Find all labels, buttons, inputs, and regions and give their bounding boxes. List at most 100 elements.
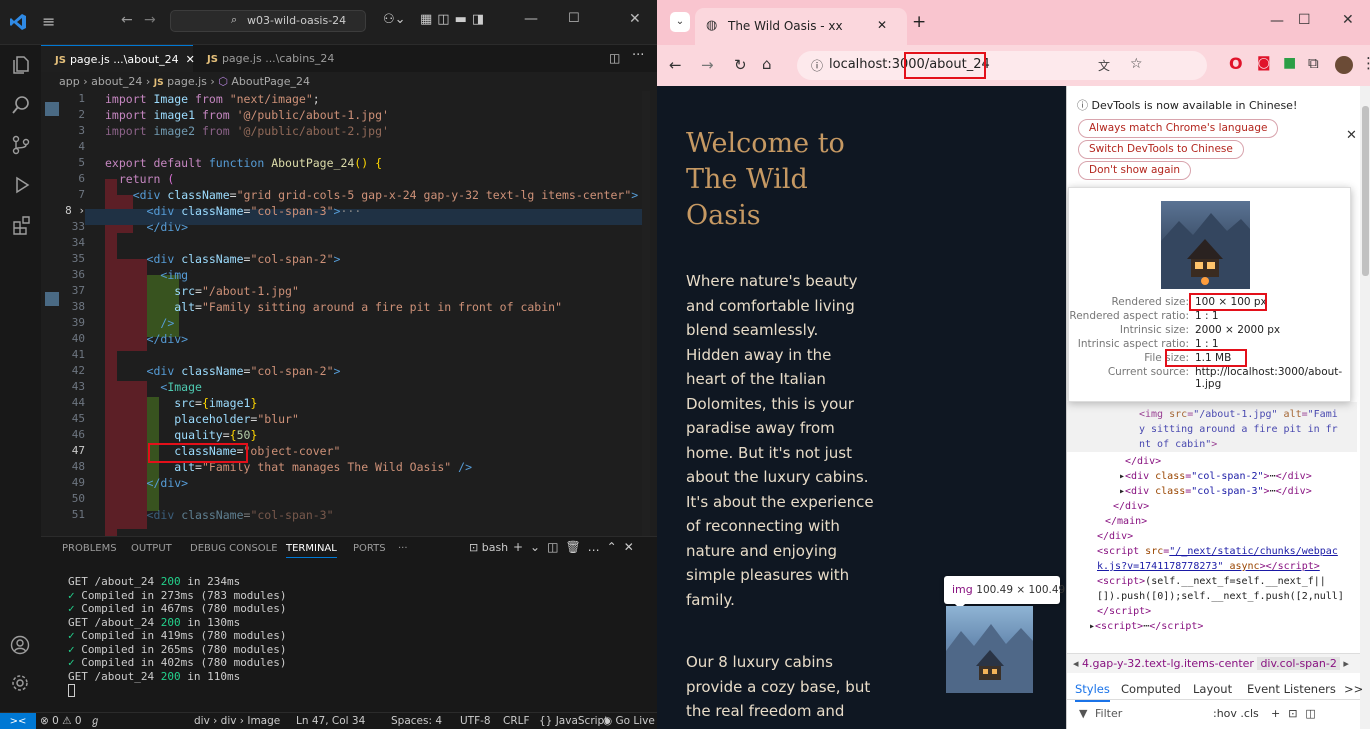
chrome-menu-icon[interactable]: ⋮: [1361, 54, 1370, 72]
crumb-left-arrow-icon[interactable]: ◂: [1073, 657, 1079, 670]
style-actions-icons[interactable]: +⊡◫: [1271, 702, 1324, 726]
layout-icons[interactable]: ▦◫▬◨: [420, 12, 489, 27]
explorer-icon[interactable]: [11, 55, 31, 75]
search-icon[interactable]: [11, 95, 31, 115]
extensions-puzzle-icon[interactable]: ⧉: [1308, 54, 1319, 72]
dom-line[interactable]: <script>(self.__next_f=self.__next_f||: [1097, 574, 1326, 589]
golive-button[interactable]: ◉ Go Live: [603, 713, 655, 729]
rendered-size-highlight: [1189, 293, 1267, 311]
close-window-button[interactable]: ✕: [1342, 12, 1354, 28]
tab-cabins-page[interactable]: JS page.js ...\cabins_24: [193, 45, 334, 72]
status-eol[interactable]: CRLF: [503, 713, 530, 729]
dom-line[interactable]: </div>: [1125, 454, 1161, 469]
dom-line[interactable]: </div>: [1097, 529, 1133, 544]
tab-more[interactable]: ···: [398, 543, 408, 554]
crumb-app[interactable]: app: [59, 75, 80, 88]
status-language[interactable]: {} JavaScript: [539, 713, 608, 729]
problems-status[interactable]: ⊗ 0 ⚠ 0: [40, 713, 82, 729]
forward-arrow-icon[interactable]: →: [144, 12, 156, 28]
more-actions-icon[interactable]: ···: [632, 48, 644, 63]
dom-line[interactable]: k.js?v=1741178778273" async></script>: [1097, 559, 1320, 574]
dont-show-again-button[interactable]: Don't show again: [1078, 161, 1192, 180]
banner-text: DevTools is now available in Chinese!: [1091, 99, 1298, 112]
dom-line[interactable]: </main>: [1105, 514, 1147, 529]
tab-styles[interactable]: Styles: [1075, 678, 1110, 702]
tab-search-icon[interactable]: ⌄: [670, 12, 690, 32]
switch-chinese-button[interactable]: Switch DevTools to Chinese: [1078, 140, 1244, 159]
filter-input[interactable]: Filter: [1095, 702, 1122, 726]
more-tabs-icon[interactable]: >>: [1344, 678, 1363, 700]
run-debug-icon[interactable]: [11, 175, 31, 195]
tab-event-listeners[interactable]: Event Listeners: [1247, 678, 1336, 700]
tab-debug-console[interactable]: DEBUG CONSOLE: [190, 543, 278, 554]
panel-actions[interactable]: +⌄◫🗑…⌃✕: [513, 540, 641, 554]
crumb-grid[interactable]: 4.gap-y-32.text-lg.items-center: [1082, 657, 1254, 670]
status-path[interactable]: div › div › Image: [194, 713, 280, 729]
extension-red-icon[interactable]: ◙: [1257, 55, 1271, 71]
maximize-button[interactable]: ☐: [1298, 12, 1311, 28]
status-encoding[interactable]: UTF-8: [460, 713, 491, 729]
menu-icon[interactable]: ≡: [42, 12, 55, 31]
close-banner-icon[interactable]: ✕: [1346, 128, 1357, 143]
tab-output[interactable]: OUTPUT: [131, 543, 172, 554]
cabin-image[interactable]: [946, 606, 1033, 693]
translate-icon[interactable]: 文: [1098, 57, 1110, 74]
account-icon[interactable]: [10, 635, 30, 655]
minimize-button[interactable]: —: [1270, 13, 1284, 29]
tab-terminal[interactable]: TERMINAL: [286, 543, 337, 558]
dom-line[interactable]: ▸<script>⋯</script>: [1089, 619, 1203, 634]
dom-line[interactable]: </script>: [1097, 604, 1151, 619]
maximize-button[interactable]: ☐: [568, 11, 580, 26]
branch-icon[interactable]: ℊ: [90, 713, 101, 729]
dom-line[interactable]: </div>: [1113, 499, 1149, 514]
tab-about-page[interactable]: JS page.js ...\about_24 ✕: [41, 45, 195, 72]
source-control-icon[interactable]: [11, 135, 31, 155]
opera-icon[interactable]: O: [1229, 54, 1243, 73]
back-arrow-icon[interactable]: ←: [121, 12, 133, 28]
minimize-button[interactable]: —: [524, 11, 538, 27]
dom-line[interactable]: <script src="/_next/static/chunks/webpac: [1097, 544, 1338, 559]
bookmark-star-icon[interactable]: ☆: [1130, 56, 1143, 72]
tooltip-size: 100.49 × 100.49: [976, 584, 1066, 596]
status-spaces[interactable]: Spaces: 4: [391, 713, 442, 729]
split-editor-icon[interactable]: ◫: [609, 51, 620, 65]
extension-green-icon[interactable]: ■: [1283, 55, 1296, 71]
home-icon[interactable]: ⌂: [762, 55, 772, 73]
back-arrow-icon[interactable]: ←: [669, 56, 682, 74]
browser-tab[interactable]: ◍ The Wild Oasis - xx ✕: [695, 8, 907, 45]
address-bar[interactable]: ⓘ localhost:3000/about_24 文 ☆: [797, 51, 1207, 80]
terminal-name: bash: [481, 541, 509, 554]
crumb-symbol[interactable]: AboutPage_24: [231, 75, 310, 88]
close-tab-icon[interactable]: ✕: [877, 18, 887, 32]
new-tab-button[interactable]: +: [912, 12, 926, 32]
forward-arrow-icon[interactable]: →: [701, 56, 714, 74]
profile-avatar[interactable]: [1335, 56, 1353, 74]
hov-cls-toggle[interactable]: :hov .cls: [1213, 702, 1259, 726]
match-language-button[interactable]: Always match Chrome's language: [1078, 119, 1279, 138]
tab-computed[interactable]: Computed: [1121, 678, 1181, 700]
crumb-right-arrow-icon[interactable]: ▸: [1343, 657, 1349, 670]
terminal-selector[interactable]: ⊡ bash: [469, 541, 508, 554]
dom-line[interactable]: ▸<div class="col-span-2">⋯</div>: [1119, 469, 1312, 484]
devtools-scrollbar[interactable]: [1360, 86, 1370, 729]
extensions-icon[interactable]: [11, 215, 31, 235]
tab-problems[interactable]: PROBLEMS: [62, 543, 117, 554]
crumb-col-span[interactable]: div.col-span-2: [1257, 657, 1340, 670]
remote-icon[interactable]: ><: [0, 713, 36, 729]
status-cursor-position[interactable]: Ln 47, Col 34: [296, 713, 365, 729]
reload-icon[interactable]: ↻: [734, 56, 747, 74]
dom-line[interactable]: []).push([0]);self.__next_f.push([2,null…: [1097, 589, 1344, 604]
editor-scrollbar[interactable]: [642, 91, 650, 536]
code-editor[interactable]: 1 import Image from "next/image"; 2 import…: [41, 91, 650, 536]
site-info-icon[interactable]: ⓘ: [811, 57, 823, 74]
command-center-search[interactable]: ⌕ w03-wild-oasis-24: [170, 10, 366, 32]
elements-dom-tree[interactable]: <img src="/about-1.jpg" alt="Fami y sitt…: [1067, 402, 1357, 642]
crumb-folder[interactable]: about_24: [91, 75, 142, 88]
close-button[interactable]: ✕: [629, 11, 641, 27]
tab-layout[interactable]: Layout: [1193, 678, 1232, 700]
manage-gear-icon[interactable]: [10, 673, 30, 693]
copilot-icon[interactable]: ⚇⌄: [383, 12, 406, 27]
crumb-file[interactable]: page.js: [167, 75, 207, 88]
tab-ports[interactable]: PORTS: [353, 543, 386, 554]
dom-line[interactable]: ▸<div class="col-span-3">⋯</div>: [1119, 484, 1312, 499]
